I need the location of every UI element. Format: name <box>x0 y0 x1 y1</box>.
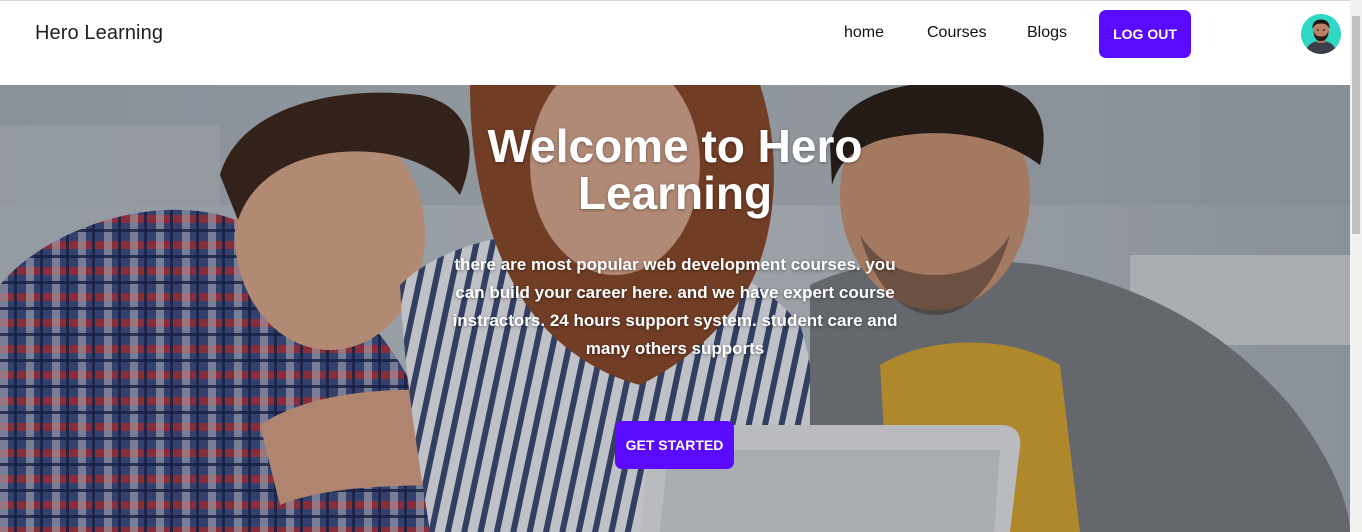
nav-link-blogs[interactable]: Blogs <box>1027 24 1067 42</box>
nav-link-home[interactable]: home <box>844 24 884 42</box>
scrollbar-thumb[interactable] <box>1352 16 1360 234</box>
hero-title: Welcome to Hero Learning <box>487 120 863 219</box>
avatar-portrait <box>1301 14 1341 54</box>
hero-section: Welcome to Hero Learning there are most … <box>0 85 1350 532</box>
user-avatar-icon[interactable] <box>1301 14 1341 54</box>
nav-link-courses[interactable]: Courses <box>927 24 987 42</box>
get-started-button[interactable]: GET STARTED <box>615 421 734 469</box>
navbar: Hero Learning home Courses Blogs LOG OUT <box>0 0 1350 85</box>
brand-logo[interactable]: Hero Learning <box>35 22 163 45</box>
page: Hero Learning home Courses Blogs LOG OUT <box>0 0 1362 532</box>
hero-description: there are most popular web development c… <box>452 255 898 358</box>
logout-button[interactable]: LOG OUT <box>1099 10 1191 58</box>
vertical-scrollbar[interactable] <box>1350 0 1362 532</box>
